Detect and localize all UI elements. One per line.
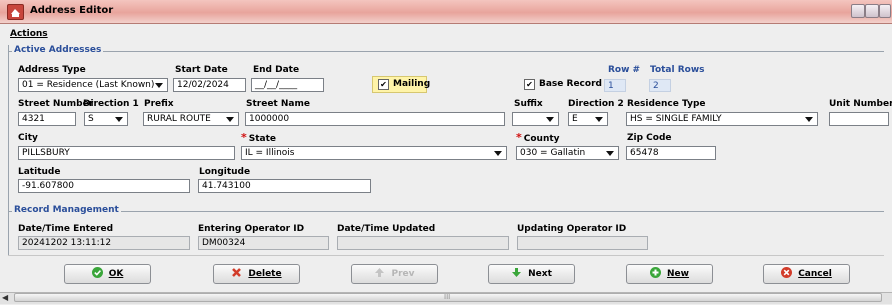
zip-code-label: Zip Code (627, 133, 672, 143)
direction1-select[interactable]: S (84, 112, 128, 126)
updating-operator-field (517, 236, 648, 250)
row-number-value: 1 (604, 79, 626, 92)
active-addresses-divider (8, 51, 884, 52)
required-asterisk: * (241, 131, 247, 144)
datetime-entered-label: Date/Time Entered (18, 224, 114, 234)
prev-button[interactable]: Prev (351, 264, 438, 284)
residence-type-select[interactable]: HS = SINGLE FAMILY (626, 112, 818, 126)
street-name-label: Street Name (246, 99, 310, 109)
datetime-updated-field (337, 236, 509, 250)
check-icon (91, 267, 103, 278)
address-type-select[interactable]: 01 = Residence (Last Known) (18, 78, 168, 92)
chevron-down-icon (155, 83, 163, 88)
longitude-field[interactable]: 41.743100 (198, 179, 371, 193)
total-rows-label: Total Rows (650, 65, 705, 75)
cancel-icon (781, 267, 793, 278)
street-number-label: Street Number (18, 99, 94, 109)
end-date-field[interactable]: __/__/____ (251, 78, 324, 92)
arrow-up-icon (374, 267, 385, 278)
street-name-field[interactable]: 1000000 (245, 112, 505, 126)
title-bar (0, 0, 892, 24)
city-field[interactable]: PILLSBURY (18, 146, 235, 160)
plus-icon (650, 267, 662, 278)
state-select[interactable]: IL = Illinois (241, 146, 507, 160)
delete-button[interactable]: Delete (213, 264, 300, 284)
residence-type-label: Residence Type (627, 99, 706, 109)
latitude-field[interactable]: -91.607800 (18, 179, 190, 193)
address-type-label: Address Type (18, 65, 86, 75)
start-date-label: Start Date (175, 65, 228, 75)
minimize-icon[interactable] (851, 4, 865, 18)
entering-operator-field: DM00324 (198, 236, 329, 250)
chevron-down-icon (606, 151, 614, 156)
app-icon (7, 4, 24, 20)
maximize-icon[interactable] (865, 4, 879, 18)
zip-code-field[interactable]: 65478 (626, 146, 716, 160)
state-label: * State (241, 131, 277, 144)
cancel-button[interactable]: Cancel (763, 264, 850, 284)
end-date-label: End Date (253, 65, 300, 75)
start-date-field[interactable]: 12/02/2024 (173, 78, 246, 92)
prefix-label: Prefix (144, 99, 174, 109)
prefix-select[interactable]: RURAL ROUTE (143, 112, 239, 126)
street-number-field[interactable]: 4321 (18, 112, 76, 126)
record-management-divider (8, 211, 884, 212)
record-management-title: Record Management (12, 205, 121, 215)
mailing-checkbox[interactable]: ✔ (378, 79, 389, 90)
unit-number-field[interactable] (829, 112, 889, 126)
chevron-down-icon (546, 117, 554, 122)
required-asterisk: * (516, 131, 522, 144)
suffix-label: Suffix (514, 99, 543, 109)
updating-operator-label: Updating Operator ID (517, 224, 627, 234)
total-rows-value: 2 (649, 79, 671, 92)
unit-number-label: Unit Number (829, 99, 892, 109)
chevron-down-icon (595, 117, 603, 122)
direction1-label: Direction 1 (83, 99, 139, 109)
close-icon[interactable] (879, 4, 891, 18)
menu-bar (0, 24, 892, 42)
base-record-label: Base Record (539, 79, 602, 89)
ok-button[interactable]: OK (64, 264, 151, 284)
direction2-select[interactable]: E (568, 112, 608, 126)
scrollbar-grip: III (444, 293, 451, 301)
latitude-label: Latitude (18, 167, 61, 177)
new-button[interactable]: New (626, 264, 713, 284)
window-title: Address Editor (30, 5, 114, 16)
frame-left-border (8, 45, 9, 255)
county-select[interactable]: 030 = Gallatin (516, 146, 619, 160)
city-label: City (18, 133, 38, 143)
datetime-updated-label: Date/Time Updated (337, 224, 436, 234)
mailing-label: Mailing (393, 79, 431, 89)
next-button[interactable]: Next (488, 264, 575, 284)
suffix-select[interactable] (512, 112, 559, 126)
entering-operator-label: Entering Operator ID (198, 224, 305, 234)
county-label: * County (516, 131, 560, 144)
chevron-down-icon (494, 151, 502, 156)
address-editor-window: Address Editor Actions Active Addresses … (0, 0, 892, 305)
row-number-label: Row # (608, 65, 641, 75)
delete-icon (231, 267, 242, 278)
menu-actions[interactable]: Actions (10, 29, 48, 39)
direction2-label: Direction 2 (568, 99, 624, 109)
longitude-label: Longitude (199, 167, 251, 177)
chevron-down-icon (226, 117, 234, 122)
base-record-checkbox[interactable]: ✔ (524, 79, 535, 90)
frame-bottom-border (8, 255, 884, 256)
chevron-down-icon (115, 117, 123, 122)
chevron-down-icon (805, 117, 813, 122)
datetime-entered-field: 20241202 13:11:12 (18, 236, 190, 250)
scroll-left-icon[interactable]: ◀ (2, 293, 8, 302)
arrow-down-icon (511, 267, 522, 278)
active-addresses-title: Active Addresses (12, 45, 104, 55)
